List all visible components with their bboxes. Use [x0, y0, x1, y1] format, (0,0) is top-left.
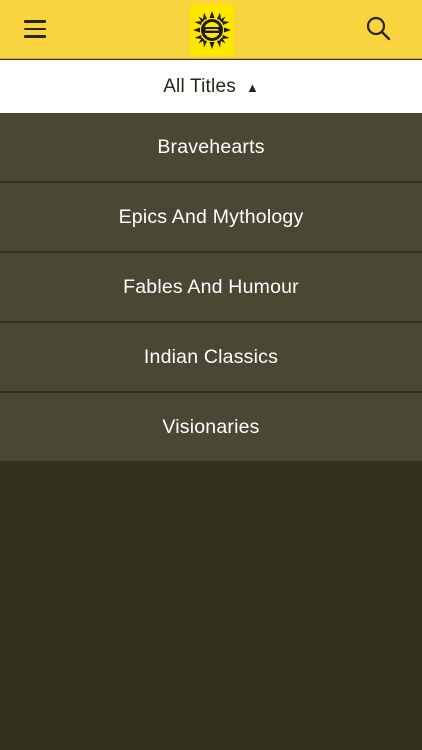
search-icon: [366, 16, 391, 41]
hamburger-menu-icon: [24, 20, 46, 23]
category-list: Bravehearts Epics And Mythology Fables A…: [0, 113, 422, 461]
search-button[interactable]: [364, 14, 394, 44]
top-bar: [0, 0, 422, 59]
menu-button[interactable]: [24, 14, 58, 44]
category-item-indian-classics[interactable]: Indian Classics: [0, 323, 422, 393]
category-label: Visionaries: [162, 415, 260, 438]
title-filter-dropdown[interactable]: All Titles ▲: [0, 60, 422, 113]
category-item-bravehearts[interactable]: Bravehearts: [0, 113, 422, 183]
triangle-up-icon: ▲: [245, 80, 259, 95]
app-screen: All Titles ▲ Bravehearts Epics And Mytho…: [0, 0, 422, 750]
category-item-visionaries[interactable]: Visionaries: [0, 393, 422, 461]
category-label: Epics And Mythology: [118, 205, 304, 228]
app-logo[interactable]: [190, 4, 234, 56]
category-item-fables-and-humour[interactable]: Fables And Humour: [0, 253, 422, 323]
category-label: Fables And Humour: [123, 275, 299, 298]
category-label: Bravehearts: [157, 135, 265, 158]
category-item-epics-and-mythology[interactable]: Epics And Mythology: [0, 183, 422, 253]
filter-label: All Titles: [163, 75, 236, 97]
category-label: Indian Classics: [143, 345, 279, 368]
sun-logo-icon: [193, 11, 231, 49]
